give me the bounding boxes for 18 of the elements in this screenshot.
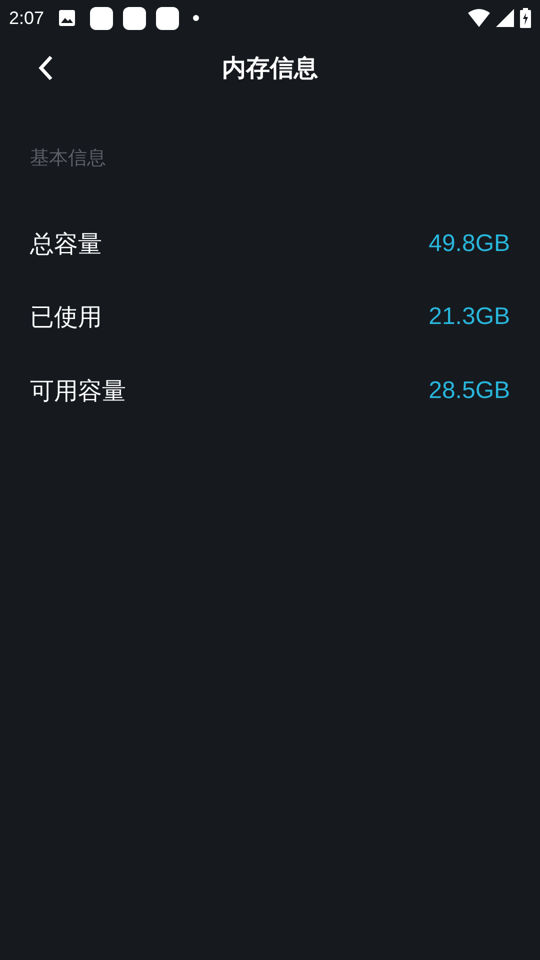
notification-icon (123, 6, 146, 30)
info-value: 49.8GB (428, 228, 510, 259)
wifi-icon (468, 9, 490, 27)
section-title: 基本信息 (30, 146, 107, 170)
info-value: 28.5GB (428, 376, 510, 406)
more-notifications-icon (193, 15, 200, 21)
info-label: 总容量 (30, 228, 102, 260)
info-label: 可用容量 (30, 376, 126, 407)
notification-icon (90, 6, 114, 30)
back-icon (38, 55, 54, 81)
page-title: 内存信息 (222, 53, 318, 84)
battery-icon (520, 8, 531, 28)
info-label: 已使用 (30, 302, 102, 334)
signal-icon (496, 9, 514, 27)
notification-icon (156, 6, 180, 30)
status-time: 2:07 (9, 6, 44, 30)
image-icon (58, 9, 76, 27)
info-value: 21.3GB (428, 302, 510, 332)
